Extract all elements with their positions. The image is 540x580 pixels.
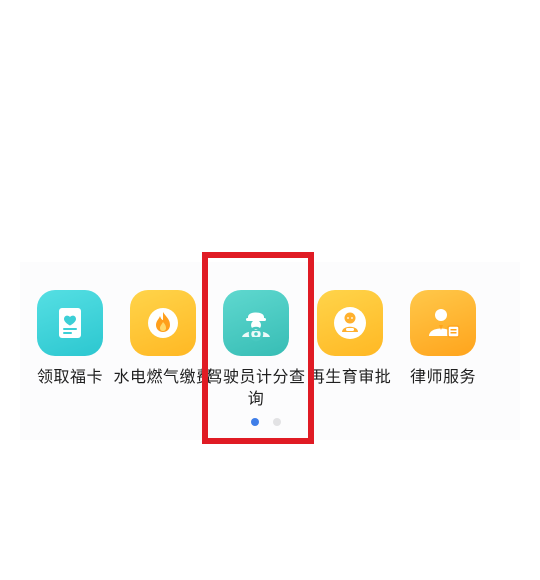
service-label: 再生育审批 xyxy=(308,367,392,386)
baby-icon xyxy=(317,290,383,356)
lawyer-icon xyxy=(410,290,476,356)
blessing-card-icon xyxy=(37,290,103,356)
flame-icon xyxy=(130,290,196,356)
highlight-box xyxy=(202,252,314,444)
page: 领取福卡 水电燃气缴费 驾驶员计分查询 再生育审批 律师服务 xyxy=(0,0,540,580)
service-label: 领取福卡 xyxy=(36,367,103,386)
page-dot[interactable] xyxy=(273,418,281,426)
page-indicator xyxy=(0,418,540,428)
service-label: 水电燃气缴费 xyxy=(113,367,213,386)
page-dot-active[interactable] xyxy=(251,418,259,426)
service-label: 律师服务 xyxy=(409,367,476,386)
